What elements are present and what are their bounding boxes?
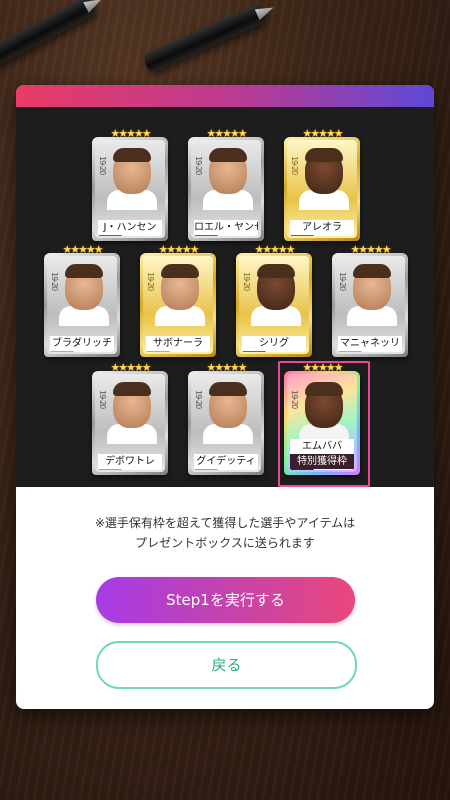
player-card[interactable]: ★★★★★19-20GKLv.1J・ハンセン	[92, 127, 168, 241]
player-card[interactable]: ★★★★★19-20OMFLv.1サボナーラ	[140, 243, 216, 357]
player-name: デボワトレ	[98, 454, 162, 469]
modal-header-bar	[16, 85, 434, 107]
player-name: サボナーラ	[146, 336, 210, 351]
player-hair	[209, 148, 247, 162]
card-season: 19-20	[98, 390, 107, 409]
rarity-stars-icon: ★★★★★	[302, 127, 343, 140]
rarity-stars-icon: ★★★★★	[302, 361, 343, 374]
card-frame: 19-20GKLv.1シリグ	[236, 253, 312, 357]
player-hair	[113, 148, 151, 162]
notice-text: ※選手保有枠を超えて獲得した選手やアイテムは プレゼントボックスに送られます	[16, 513, 434, 553]
player-name: グイデッティ	[194, 454, 258, 469]
player-name: マニャネッリ	[338, 336, 402, 351]
card-frame: 19-20GKLv.1アレオラ	[284, 137, 360, 241]
back-button[interactable]: 戻る	[96, 641, 357, 689]
card-frame: 19-20RWGLv.1特別獲得枠エムババ	[284, 371, 360, 475]
card-season: 19-20	[194, 390, 203, 409]
card-frame: 19-20CFLv.1グイデッティ	[188, 371, 264, 475]
player-hair	[353, 264, 391, 278]
rarity-stars-icon: ★★★★★	[110, 361, 151, 374]
player-name: J・ハンセン	[98, 220, 162, 235]
player-name: エムババ	[290, 439, 354, 454]
result-modal: ★★★★★19-20GKLv.1J・ハンセン★★★★★19-20LSBLv.1ロ…	[16, 85, 434, 709]
card-season: 19-20	[290, 156, 299, 175]
player-name: ロエル・ヤンセン	[194, 220, 258, 235]
player-name: ブラダリッチ	[50, 336, 114, 351]
notice-line-2: プレゼントボックスに送られます	[135, 536, 315, 550]
rarity-stars-icon: ★★★★★	[350, 243, 391, 256]
player-card[interactable]: ★★★★★19-20LSBLv.1ロエル・ヤンセン	[188, 127, 264, 241]
card-frame: 19-20OMFLv.1サボナーラ	[140, 253, 216, 357]
player-card[interactable]: ★★★★★19-20RWGLv.1特別獲得枠エムババ	[278, 361, 370, 487]
player-hair	[65, 264, 103, 278]
player-card[interactable]: ★★★★★19-20DMFLv.1マニャネッリ	[332, 243, 408, 357]
screen: { "cards": [ {"pos": "GK", "pos_class": …	[0, 0, 450, 800]
card-frame: 19-20DMFLv.1マニャネッリ	[332, 253, 408, 357]
player-hair	[113, 382, 151, 396]
card-grid: ★★★★★19-20GKLv.1J・ハンセン★★★★★19-20LSBLv.1ロ…	[16, 107, 434, 487]
player-card[interactable]: ★★★★★19-20GKLv.1アレオラ	[284, 127, 360, 241]
player-name: アレオラ	[290, 220, 354, 235]
player-hair	[209, 382, 247, 396]
rarity-stars-icon: ★★★★★	[254, 243, 295, 256]
player-name: シリグ	[242, 336, 306, 351]
notice-line-1: ※選手保有枠を超えて獲得した選手やアイテムは	[94, 516, 356, 530]
rarity-stars-icon: ★★★★★	[62, 243, 103, 256]
card-season: 19-20	[338, 272, 347, 291]
card-season: 19-20	[242, 272, 251, 291]
card-frame: 19-20CFLv.1デボワトレ	[92, 371, 168, 475]
player-hair	[161, 264, 199, 278]
card-frame: 19-20GKLv.1J・ハンセン	[92, 137, 168, 241]
rarity-stars-icon: ★★★★★	[110, 127, 151, 140]
player-hair	[257, 264, 295, 278]
player-card[interactable]: ★★★★★19-20CFLv.1グイデッティ	[188, 361, 264, 475]
player-card[interactable]: ★★★★★19-20DMFLv.1ブラダリッチ	[44, 243, 120, 357]
player-card[interactable]: ★★★★★19-20GKLv.1シリグ	[236, 243, 312, 357]
execute-step1-button[interactable]: Step1を実行する	[96, 577, 355, 623]
card-season: 19-20	[50, 272, 59, 291]
card-frame: 19-20LSBLv.1ロエル・ヤンセン	[188, 137, 264, 241]
card-season: 19-20	[290, 390, 299, 409]
card-frame: 19-20DMFLv.1ブラダリッチ	[44, 253, 120, 357]
player-card[interactable]: ★★★★★19-20CFLv.1デボワトレ	[92, 361, 168, 475]
card-season: 19-20	[146, 272, 155, 291]
special-acquisition-label: 特別獲得枠	[290, 454, 354, 469]
player-hair	[305, 382, 343, 396]
player-hair	[305, 148, 343, 162]
card-season: 19-20	[194, 156, 203, 175]
rarity-stars-icon: ★★★★★	[206, 361, 247, 374]
rarity-stars-icon: ★★★★★	[206, 127, 247, 140]
rarity-stars-icon: ★★★★★	[158, 243, 199, 256]
card-season: 19-20	[98, 156, 107, 175]
